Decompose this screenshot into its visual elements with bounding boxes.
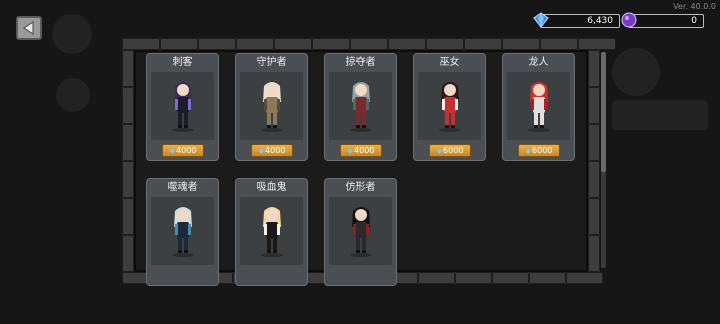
- gem-icon: [533, 12, 549, 28]
- character-portrait: [240, 197, 303, 265]
- price-value: 6000: [443, 146, 464, 155]
- background-decoration: [612, 100, 708, 130]
- character-portrait: [507, 72, 570, 140]
- frame-brick: [198, 38, 236, 50]
- gem-icon: ◆: [347, 146, 354, 155]
- background-decoration: [56, 78, 90, 112]
- background-decoration: [52, 14, 92, 54]
- frame-brick: [350, 38, 388, 50]
- frame-brick: [418, 272, 455, 284]
- frame-brick: [540, 38, 578, 50]
- character-card[interactable]: 守护者 ◆ 4000: [235, 53, 308, 161]
- price-badge[interactable]: ◆ 4000: [162, 144, 204, 157]
- character-card[interactable]: 噬魂者: [146, 178, 219, 286]
- frame-brick: [588, 198, 600, 235]
- frame-brick: [122, 87, 134, 124]
- version-label: Ver. 40.0.0: [673, 2, 716, 11]
- frame-brick: [588, 235, 600, 272]
- frame-brick: [160, 38, 198, 50]
- orb-counter: 0: [621, 12, 704, 28]
- frame-brick: [426, 38, 464, 50]
- frame-brick: [529, 272, 566, 284]
- gem-icon: ◆: [258, 146, 265, 155]
- price-badge[interactable]: ◆ 4000: [251, 144, 293, 157]
- character-card[interactable]: 刺客 ◆ 4000: [146, 53, 219, 161]
- character-card[interactable]: 掠夺者 ◆ 4000: [324, 53, 397, 161]
- price-badge[interactable]: ◆ 4000: [340, 144, 382, 157]
- character-sprite: [260, 82, 283, 132]
- gem-icon: ◆: [169, 146, 176, 155]
- purple-orb-icon: [621, 12, 637, 28]
- character-portrait: [418, 72, 481, 140]
- price-value: 6000: [532, 146, 553, 155]
- frame-brick: [588, 50, 600, 87]
- frame-brick: [455, 272, 492, 284]
- frame-brick: [122, 198, 134, 235]
- character-portrait: [240, 72, 303, 140]
- price-badge[interactable]: ◆ 6000: [518, 144, 560, 157]
- character-portrait: [329, 72, 392, 140]
- character-portrait: [151, 197, 214, 265]
- character-sprite: [349, 82, 372, 132]
- frame-brick: [312, 38, 350, 50]
- price-value: 4000: [176, 146, 197, 155]
- frame-brick: [122, 38, 160, 50]
- scrollbar[interactable]: [601, 52, 606, 268]
- frame-brick: [464, 38, 502, 50]
- character-name: 刺客: [172, 57, 193, 68]
- character-sprite: [527, 82, 550, 132]
- character-sprite: [260, 207, 283, 257]
- frame-brick: [122, 50, 134, 87]
- frame-brick: [566, 272, 603, 284]
- character-sprite: [349, 207, 372, 257]
- frame-brick: [122, 235, 134, 272]
- frame-brick: [588, 124, 600, 161]
- frame-brick: [588, 87, 600, 124]
- character-card[interactable]: 龙人 ◆ 6000: [502, 53, 575, 161]
- character-sprite: [438, 82, 461, 132]
- character-name: 噬魂者: [167, 182, 198, 193]
- frame-brick: [274, 38, 312, 50]
- character-name: 巫女: [439, 57, 460, 68]
- price-badge[interactable]: ◆ 6000: [429, 144, 471, 157]
- character-portrait: [329, 197, 392, 265]
- character-portrait: [151, 72, 214, 140]
- orb-count: 0: [691, 16, 697, 26]
- character-name: 龙人: [528, 57, 549, 68]
- frame-brick: [122, 161, 134, 198]
- frame-brick: [122, 124, 134, 161]
- character-card[interactable]: 巫女 ◆ 6000: [413, 53, 486, 161]
- frame-brick: [236, 38, 274, 50]
- back-arrow-icon: [23, 21, 34, 35]
- price-value: 4000: [265, 146, 286, 155]
- frame-brick: [588, 161, 600, 198]
- back-button[interactable]: [16, 16, 42, 40]
- gem-icon: ◆: [436, 146, 443, 155]
- gem-count: 6,430: [587, 16, 613, 26]
- frame-brick: [578, 38, 616, 50]
- character-sprite: [171, 207, 194, 257]
- gem-icon: ◆: [525, 146, 532, 155]
- frame-brick: [502, 38, 540, 50]
- background-decoration: [612, 48, 660, 96]
- price-value: 4000: [354, 146, 375, 155]
- frame-brick: [492, 272, 529, 284]
- frame-brick: [388, 38, 426, 50]
- character-name: 守护者: [256, 57, 287, 68]
- character-name: 吸血鬼: [256, 182, 287, 193]
- character-name: 仿形者: [345, 182, 376, 193]
- character-card[interactable]: 仿形者: [324, 178, 397, 286]
- character-card[interactable]: 吸血鬼: [235, 178, 308, 286]
- character-name: 掠夺者: [345, 57, 376, 68]
- character-sprite: [171, 82, 194, 132]
- gem-counter: 6,430: [533, 12, 620, 28]
- scroll-thumb[interactable]: [601, 52, 606, 172]
